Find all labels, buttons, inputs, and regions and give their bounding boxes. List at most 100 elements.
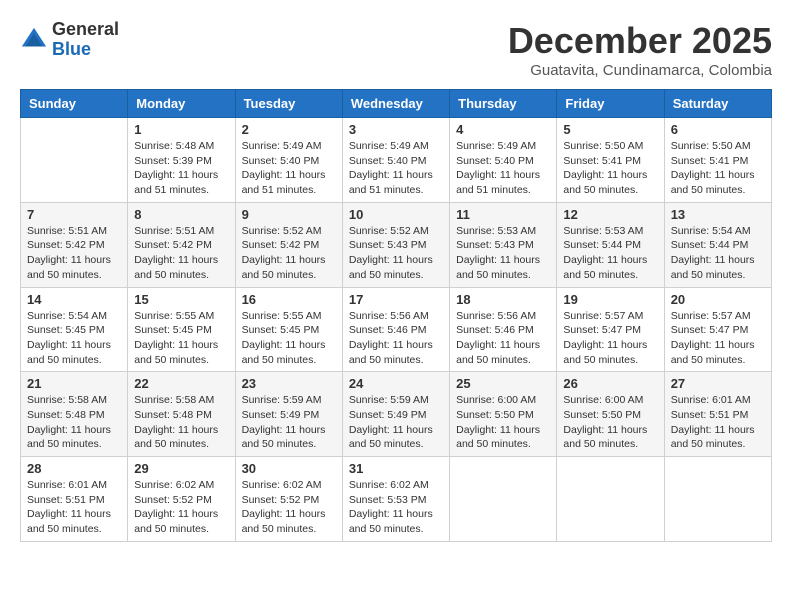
calendar-cell: 4Sunrise: 5:49 AM Sunset: 5:40 PM Daylig… <box>450 118 557 203</box>
cell-info: Sunrise: 5:58 AM Sunset: 5:48 PM Dayligh… <box>27 393 121 452</box>
day-number: 18 <box>456 292 550 307</box>
calendar-cell: 7Sunrise: 5:51 AM Sunset: 5:42 PM Daylig… <box>21 202 128 287</box>
day-number: 21 <box>27 376 121 391</box>
day-number: 12 <box>563 207 657 222</box>
title-block: December 2025 Guatavita, Cundinamarca, C… <box>508 20 772 79</box>
calendar-cell: 8Sunrise: 5:51 AM Sunset: 5:42 PM Daylig… <box>128 202 235 287</box>
calendar-cell: 6 Sunrise: 5:50 AM Sunset: 5:41 PM Daylig… <box>664 118 771 203</box>
calendar-cell: 3Sunrise: 5:49 AM Sunset: 5:40 PM Daylig… <box>342 118 449 203</box>
cell-info: Sunrise: 5:51 AM Sunset: 5:42 PM Dayligh… <box>27 224 121 283</box>
cell-info: Sunrise: 5:51 AM Sunset: 5:42 PM Dayligh… <box>134 224 228 283</box>
cell-info: Sunrise: 5:49 AM Sunset: 5:40 PM Dayligh… <box>242 139 336 198</box>
logo: General Blue <box>20 20 119 60</box>
calendar-cell: 2 Sunrise: 5:49 AM Sunset: 5:40 PM Daylig… <box>235 118 342 203</box>
calendar-cell <box>450 457 557 542</box>
day-number: 15 <box>134 292 228 307</box>
calendar-cell: 31 Sunrise: 6:02 AM Sunset: 5:53 PM Dayli… <box>342 457 449 542</box>
month-title: December 2025 <box>508 20 772 62</box>
day-number: 10 <box>349 207 443 222</box>
calendar-cell: 11 Sunrise: 5:53 AM Sunset: 5:43 PM Dayli… <box>450 202 557 287</box>
cell-info: Sunrise: 6:02 AM Sunset: 5:52 PM Dayligh… <box>242 478 336 537</box>
cell-info: Sunrise: 6:02 AM Sunset: 5:52 PM Dayligh… <box>134 478 228 537</box>
calendar-table: SundayMondayTuesdayWednesdayThursdayFrid… <box>20 89 772 542</box>
cell-info: Sunrise: 5:53 AM Sunset: 5:43 PM Dayligh… <box>456 224 550 283</box>
day-number: 27 <box>671 376 765 391</box>
location: Guatavita, Cundinamarca, Colombia <box>508 62 772 79</box>
day-number: 13 <box>671 207 765 222</box>
weekday-header: Friday <box>557 90 664 118</box>
weekday-header: Tuesday <box>235 90 342 118</box>
cell-info: Sunrise: 5:55 AM Sunset: 5:45 PM Dayligh… <box>242 309 336 368</box>
calendar-cell: 30 Sunrise: 6:02 AM Sunset: 5:52 PM Dayli… <box>235 457 342 542</box>
calendar-cell: 15 Sunrise: 5:55 AM Sunset: 5:45 PM Dayli… <box>128 287 235 372</box>
weekday-header: Wednesday <box>342 90 449 118</box>
calendar-cell: 29 Sunrise: 6:02 AM Sunset: 5:52 PM Dayli… <box>128 457 235 542</box>
cell-info: Sunrise: 5:54 AM Sunset: 5:44 PM Dayligh… <box>671 224 765 283</box>
day-number: 20 <box>671 292 765 307</box>
calendar-cell: 5Sunrise: 5:50 AM Sunset: 5:41 PM Daylig… <box>557 118 664 203</box>
day-number: 16 <box>242 292 336 307</box>
calendar-cell: 27 Sunrise: 6:01 AM Sunset: 5:51 PM Dayli… <box>664 372 771 457</box>
cell-info: Sunrise: 5:52 AM Sunset: 5:42 PM Dayligh… <box>242 224 336 283</box>
cell-info: Sunrise: 5:53 AM Sunset: 5:44 PM Dayligh… <box>563 224 657 283</box>
day-number: 29 <box>134 461 228 476</box>
day-number: 6 <box>671 122 765 137</box>
day-number: 19 <box>563 292 657 307</box>
calendar-cell: 21 Sunrise: 5:58 AM Sunset: 5:48 PM Dayli… <box>21 372 128 457</box>
day-number: 1 <box>134 122 228 137</box>
page-header: General Blue December 2025 Guatavita, Cu… <box>20 20 772 79</box>
cell-info: Sunrise: 5:50 AM Sunset: 5:41 PM Dayligh… <box>671 139 765 198</box>
cell-info: Sunrise: 5:56 AM Sunset: 5:46 PM Dayligh… <box>456 309 550 368</box>
day-number: 2 <box>242 122 336 137</box>
calendar-cell: 17 Sunrise: 5:56 AM Sunset: 5:46 PM Dayli… <box>342 287 449 372</box>
logo-blue: Blue <box>52 40 119 60</box>
calendar-cell: 24 Sunrise: 5:59 AM Sunset: 5:49 PM Dayli… <box>342 372 449 457</box>
calendar-cell: 12 Sunrise: 5:53 AM Sunset: 5:44 PM Dayli… <box>557 202 664 287</box>
calendar-cell: 25Sunrise: 6:00 AM Sunset: 5:50 PM Dayli… <box>450 372 557 457</box>
day-number: 4 <box>456 122 550 137</box>
cell-info: Sunrise: 5:59 AM Sunset: 5:49 PM Dayligh… <box>242 393 336 452</box>
cell-info: Sunrise: 6:02 AM Sunset: 5:53 PM Dayligh… <box>349 478 443 537</box>
calendar-cell <box>21 118 128 203</box>
logo-general: General <box>52 20 119 40</box>
cell-info: Sunrise: 5:57 AM Sunset: 5:47 PM Dayligh… <box>563 309 657 368</box>
cell-info: Sunrise: 5:59 AM Sunset: 5:49 PM Dayligh… <box>349 393 443 452</box>
calendar-cell: 19 Sunrise: 5:57 AM Sunset: 5:47 PM Dayli… <box>557 287 664 372</box>
calendar-cell: 22 Sunrise: 5:58 AM Sunset: 5:48 PM Dayli… <box>128 372 235 457</box>
cell-info: Sunrise: 5:54 AM Sunset: 5:45 PM Dayligh… <box>27 309 121 368</box>
calendar-cell <box>664 457 771 542</box>
cell-info: Sunrise: 6:00 AM Sunset: 5:50 PM Dayligh… <box>563 393 657 452</box>
calendar-cell: 28Sunrise: 6:01 AM Sunset: 5:51 PM Dayli… <box>21 457 128 542</box>
cell-info: Sunrise: 5:55 AM Sunset: 5:45 PM Dayligh… <box>134 309 228 368</box>
calendar-cell: 20Sunrise: 5:57 AM Sunset: 5:47 PM Dayli… <box>664 287 771 372</box>
calendar-week-row: 14 Sunrise: 5:54 AM Sunset: 5:45 PM Dayli… <box>21 287 772 372</box>
day-number: 22 <box>134 376 228 391</box>
cell-info: Sunrise: 5:58 AM Sunset: 5:48 PM Dayligh… <box>134 393 228 452</box>
calendar-week-row: 1Sunrise: 5:48 AM Sunset: 5:39 PM Daylig… <box>21 118 772 203</box>
calendar-cell: 16 Sunrise: 5:55 AM Sunset: 5:45 PM Dayli… <box>235 287 342 372</box>
calendar-week-row: 28Sunrise: 6:01 AM Sunset: 5:51 PM Dayli… <box>21 457 772 542</box>
logo-icon <box>20 26 48 54</box>
day-number: 31 <box>349 461 443 476</box>
cell-info: Sunrise: 5:56 AM Sunset: 5:46 PM Dayligh… <box>349 309 443 368</box>
calendar-cell <box>557 457 664 542</box>
cell-info: Sunrise: 6:00 AM Sunset: 5:50 PM Dayligh… <box>456 393 550 452</box>
day-number: 14 <box>27 292 121 307</box>
weekday-header: Thursday <box>450 90 557 118</box>
calendar-cell: 14 Sunrise: 5:54 AM Sunset: 5:45 PM Dayli… <box>21 287 128 372</box>
cell-info: Sunrise: 6:01 AM Sunset: 5:51 PM Dayligh… <box>671 393 765 452</box>
weekday-header: Monday <box>128 90 235 118</box>
day-number: 24 <box>349 376 443 391</box>
day-number: 23 <box>242 376 336 391</box>
day-number: 17 <box>349 292 443 307</box>
logo-text: General Blue <box>52 20 119 60</box>
calendar-cell: 10 Sunrise: 5:52 AM Sunset: 5:43 PM Dayli… <box>342 202 449 287</box>
calendar-week-row: 21 Sunrise: 5:58 AM Sunset: 5:48 PM Dayli… <box>21 372 772 457</box>
day-number: 30 <box>242 461 336 476</box>
day-number: 11 <box>456 207 550 222</box>
cell-info: Sunrise: 5:49 AM Sunset: 5:40 PM Dayligh… <box>349 139 443 198</box>
cell-info: Sunrise: 5:50 AM Sunset: 5:41 PM Dayligh… <box>563 139 657 198</box>
day-number: 9 <box>242 207 336 222</box>
calendar-cell: 1Sunrise: 5:48 AM Sunset: 5:39 PM Daylig… <box>128 118 235 203</box>
cell-info: Sunrise: 5:52 AM Sunset: 5:43 PM Dayligh… <box>349 224 443 283</box>
